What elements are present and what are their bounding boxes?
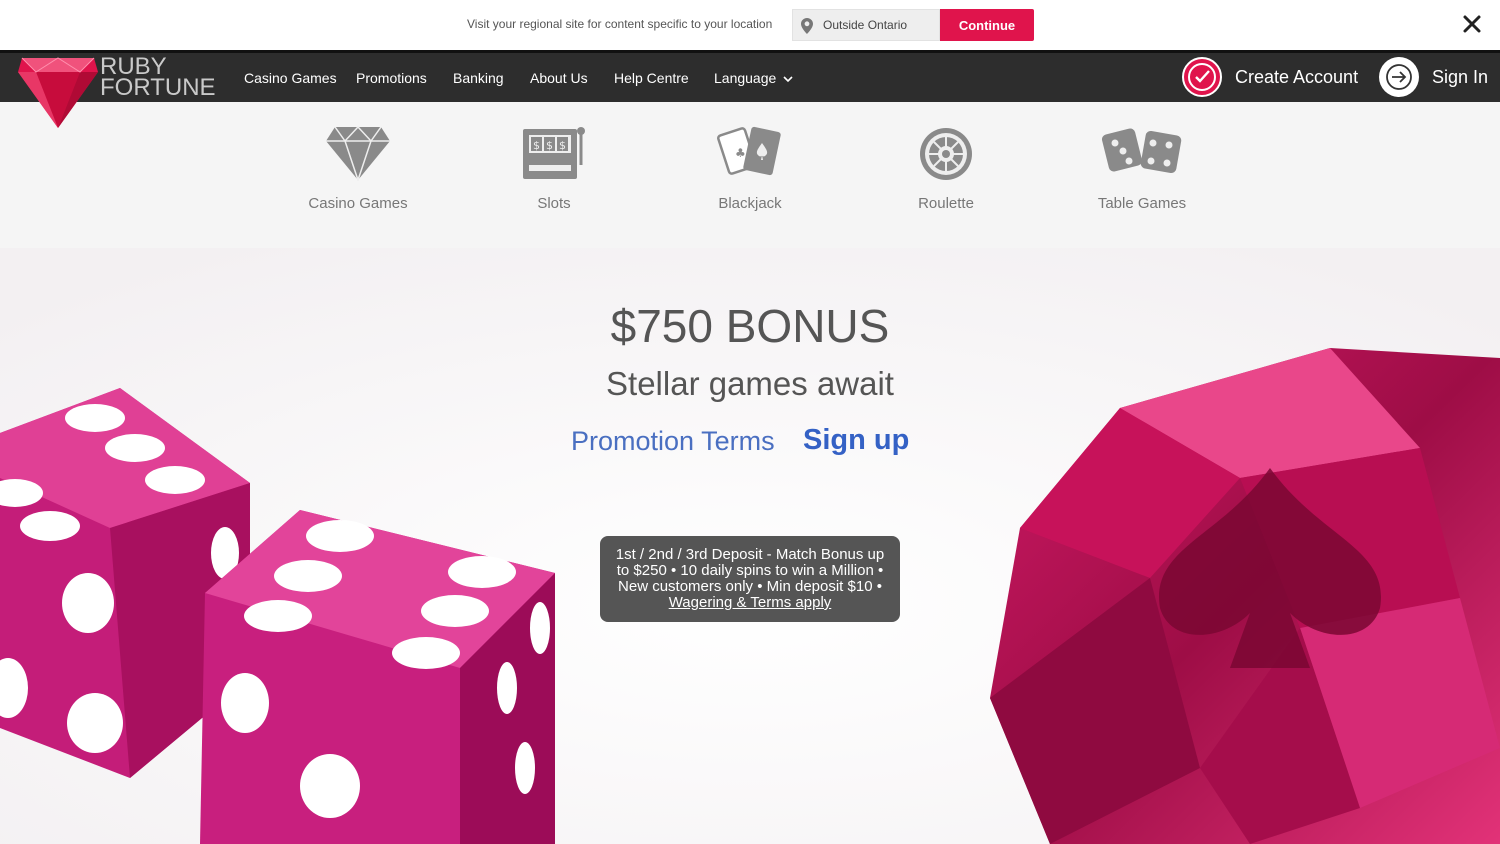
sign-in-label: Sign In — [1432, 66, 1489, 87]
game-label: Blackjack — [718, 195, 782, 212]
nav-banking[interactable]: Banking — [453, 70, 504, 86]
nav-language-label: Language — [714, 70, 777, 86]
brand-name-line2: FORTUNE — [100, 74, 216, 101]
region-banner: Visit your regional site for content spe… — [0, 0, 1500, 50]
game-category-roulette[interactable]: Roulette — [876, 125, 1016, 212]
svg-text:$: $ — [546, 139, 553, 152]
sign-up-link[interactable]: Sign up — [803, 424, 909, 457]
chevron-down-icon — [783, 76, 793, 83]
nav-help-centre[interactable]: Help Centre — [614, 70, 689, 86]
create-account-button[interactable]: Create Account — [1182, 57, 1358, 97]
region-select-value: Outside Ontario — [823, 18, 908, 32]
checkmark-icon — [1182, 57, 1222, 97]
wagering-terms-link[interactable]: Wagering & Terms apply — [669, 594, 832, 611]
sign-in-button[interactable]: Sign In — [1379, 57, 1488, 97]
continue-button[interactable]: Continue — [940, 9, 1034, 41]
game-label: Slots — [537, 195, 571, 212]
terms-box: 1st / 2nd / 3rd Deposit - Match Bonus up… — [600, 536, 900, 622]
game-label: Roulette — [918, 195, 974, 212]
create-account-label: Create Account — [1235, 66, 1359, 87]
region-message: Visit your regional site for content spe… — [467, 17, 773, 31]
svg-text:$: $ — [533, 139, 540, 152]
region-select[interactable]: Outside Ontario — [792, 9, 940, 41]
cards-icon: ♣ — [717, 126, 781, 176]
game-category-slots[interactable]: $ $ $ Slots — [484, 125, 624, 212]
svg-text:♣: ♣ — [735, 146, 746, 160]
game-category-blackjack[interactable]: ♣ Blackjack — [680, 125, 820, 212]
roulette-wheel-icon — [920, 128, 972, 180]
sign-in-icon — [1379, 57, 1419, 97]
hero-tagline: Stellar games await — [606, 365, 894, 402]
game-category-casino-games[interactable]: Casino Games — [288, 125, 428, 212]
game-label: Casino Games — [308, 195, 408, 212]
dice-icon — [1101, 128, 1182, 174]
bonus-headline: $750 BONUS — [610, 300, 890, 352]
nav-about-us[interactable]: About Us — [530, 70, 588, 86]
slot-machine-icon: $ $ $ — [523, 127, 585, 179]
terms-text: 1st / 2nd / 3rd Deposit - Match Bonus up… — [615, 546, 885, 595]
game-label: Table Games — [1097, 195, 1187, 212]
game-category-table-games[interactable]: Table Games — [1072, 125, 1212, 212]
promotion-terms-link[interactable]: Promotion Terms — [571, 426, 775, 457]
close-icon[interactable] — [1460, 12, 1484, 36]
svg-text:$: $ — [559, 139, 566, 152]
diamond-icon — [326, 125, 390, 181]
location-pin-icon — [801, 18, 813, 34]
nav-promotions[interactable]: Promotions — [356, 70, 427, 86]
nav-language[interactable]: Language — [714, 70, 793, 86]
nav-casino-games[interactable]: Casino Games — [244, 70, 337, 86]
